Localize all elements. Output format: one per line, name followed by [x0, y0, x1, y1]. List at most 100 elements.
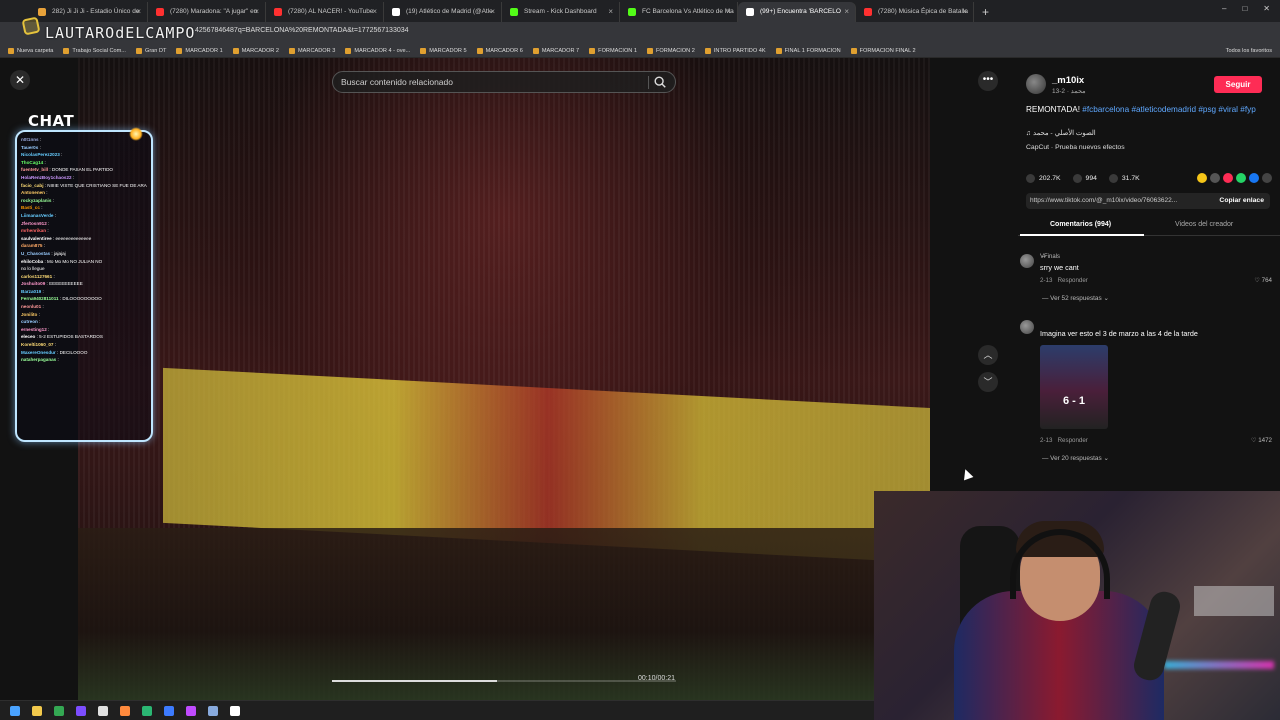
browser-tab[interactable]: 282) Ji Ji Ji - Estadio Único de × — [30, 2, 148, 22]
address-bar[interactable]: 42567846487q=BARCELONA%20REMONTADA&t=177… — [195, 27, 409, 34]
share-icon[interactable] — [1262, 173, 1272, 183]
effect-label[interactable]: CapCut · Prueba nuevos efectos — [1026, 144, 1125, 151]
commenter-avatar[interactable] — [1020, 254, 1034, 268]
music-label[interactable]: ♫ الصوت الأصلي - محمد — [1026, 129, 1096, 137]
browser-tab[interactable]: (19) Atlético de Madrid (@Atle × — [384, 2, 502, 22]
tab-comments[interactable]: Comentarios (994) — [1050, 221, 1111, 228]
hashtag-link[interactable]: #atleticodemadrid — [1131, 105, 1196, 114]
tab-creator-videos[interactable]: Videos del creador — [1175, 221, 1233, 228]
view-replies-button[interactable]: — Ver 20 respuestas ⌄ — [1042, 454, 1109, 462]
bookmark-item[interactable]: MARCADOR 4 - ove... — [345, 47, 411, 54]
comment-meta: 2-13 Responder — [1040, 437, 1088, 444]
bookmark-item[interactable]: MARCADOR 3 — [289, 47, 335, 54]
comment-like[interactable]: ♡ 764 — [1254, 277, 1272, 284]
more-options-button[interactable]: ••• — [978, 71, 998, 91]
bookmark-item[interactable]: MARCADOR 6 — [476, 47, 523, 54]
obs-icon[interactable] — [98, 705, 108, 716]
search-icon[interactable] — [653, 75, 667, 89]
tab-close-icon[interactable]: × — [608, 2, 613, 22]
bookmark-item[interactable]: FINAL 1 FORMACION — [775, 47, 841, 54]
tab-close-icon[interactable]: × — [726, 2, 731, 22]
folder-icon[interactable] — [32, 705, 42, 716]
app4-icon[interactable] — [164, 705, 174, 716]
app7-icon[interactable] — [230, 705, 240, 716]
hashtag-link[interactable]: #fyp — [1240, 105, 1255, 114]
windows-icon[interactable] — [10, 705, 20, 716]
browser-tab[interactable]: FC Barcelona Vs Atlético de Ma × — [620, 2, 738, 22]
browser-tab[interactable]: (7280) Música Épica de Batalla × — [856, 2, 974, 22]
previous-video-button[interactable]: ︿ — [978, 345, 998, 365]
hashtag-link[interactable]: #psg — [1198, 105, 1216, 114]
tab-close-icon[interactable]: × — [136, 2, 141, 22]
tab-close-icon[interactable]: × — [372, 2, 377, 22]
save-stat[interactable]: 31.7K — [1108, 173, 1140, 183]
bookmark-item[interactable]: FORMACION 1 — [589, 47, 637, 54]
bookmark-label: MARCADOR 7 — [541, 47, 580, 54]
tab-close-icon[interactable]: × — [254, 2, 259, 22]
video-player[interactable] — [78, 58, 930, 700]
chat-username: LiimanasVerde — [21, 212, 54, 218]
chrome-icon[interactable] — [54, 705, 64, 716]
video-link-text[interactable]: https://www.tiktok.com/@_m10ix/video/760… — [1030, 197, 1200, 204]
bookmark-item[interactable]: MARCADOR 7 — [532, 47, 580, 54]
close-viewer-button[interactable]: ✕ — [10, 70, 30, 90]
view-replies-button[interactable]: — Ver 52 respuestas ⌄ — [1042, 294, 1109, 302]
commenter-name[interactable]: V̶̶Finals — [1040, 254, 1060, 260]
chat-message: Korelti1060_07 : — [21, 341, 147, 349]
new-tab-button[interactable]: + — [974, 2, 989, 22]
browser-tab[interactable]: Stream - Kick Dashboard × — [502, 2, 620, 22]
commenter-avatar[interactable] — [1020, 320, 1034, 334]
share-icon[interactable] — [1249, 173, 1259, 183]
app5-icon[interactable] — [186, 705, 196, 716]
bookmark-item[interactable]: MARCADOR 1 — [176, 47, 223, 54]
comment-image[interactable]: 6 - 1 — [1040, 345, 1108, 429]
related-search-box[interactable] — [332, 71, 676, 93]
chat-username: n0t1nns — [21, 137, 39, 142]
bookmark-label: MARCADOR 4 - ove... — [354, 47, 411, 54]
follow-button[interactable]: Seguir — [1214, 76, 1262, 93]
bookmark-item[interactable]: Trabajo Social Com... — [63, 47, 126, 54]
tab-close-icon[interactable]: × — [490, 2, 495, 22]
author-avatar[interactable] — [1026, 74, 1046, 94]
bookmark-item[interactable]: FORMACION 2 — [647, 47, 695, 54]
share-icon[interactable] — [1210, 173, 1220, 183]
close-window-icon[interactable]: ✕ — [1263, 4, 1270, 13]
author-name[interactable]: _m10ix — [1052, 75, 1084, 86]
next-video-button[interactable]: ﹀ — [978, 372, 998, 392]
hashtag-link[interactable]: #viral — [1218, 105, 1238, 114]
app3-icon[interactable] — [142, 705, 152, 716]
share-icon[interactable] — [1197, 173, 1207, 183]
share-icon[interactable] — [1236, 173, 1246, 183]
comment-like[interactable]: ♡ 1472 — [1251, 437, 1272, 444]
share-icon[interactable] — [1223, 173, 1233, 183]
minimize-icon[interactable]: – — [1222, 4, 1226, 13]
bookmark-item[interactable]: Nueva carpeta — [8, 47, 53, 54]
maximize-icon[interactable]: □ — [1242, 4, 1247, 13]
related-search-input[interactable] — [341, 75, 641, 89]
app6-icon[interactable] — [208, 705, 218, 716]
copy-link-button[interactable]: Copiar enlace — [1219, 197, 1264, 204]
chat-message: nataherpaganas : — [21, 356, 147, 364]
hashtag-link[interactable]: #fcbarcelona — [1082, 105, 1129, 114]
app-icon[interactable] — [76, 705, 86, 716]
reply-button[interactable]: Responder — [1058, 277, 1088, 284]
reply-button[interactable]: Responder — [1058, 437, 1088, 444]
tab-label: (19) Atlético de Madrid (@Atle — [406, 8, 493, 15]
bookmark-item[interactable]: MARCADOR 5 — [420, 47, 467, 54]
chat-username: Antonenen — [21, 190, 45, 196]
video-progress-bar[interactable] — [332, 680, 676, 682]
browser-tab[interactable]: (7280) Maradona: "A jugar" en × — [148, 2, 266, 22]
like-stat[interactable]: 202.7K — [1026, 173, 1061, 183]
browser-tab[interactable]: (99+) Encuentra 'BARCELO × — [738, 2, 856, 22]
browser-tab[interactable]: (7280) AL NACER! - YouTube × — [266, 2, 384, 22]
bookmark-item[interactable]: FORMACION FINAL 2 — [850, 47, 916, 54]
tab-close-icon[interactable]: × — [962, 2, 967, 22]
tab-close-icon[interactable]: × — [844, 2, 849, 22]
tab-label: (7280) Música Épica de Batalla — [878, 8, 968, 15]
app2-icon[interactable] — [120, 705, 130, 716]
all-bookmarks-button[interactable]: Todos los favoritos — [1226, 48, 1272, 54]
comment-stat[interactable]: 994 — [1072, 173, 1097, 183]
bookmark-item[interactable]: MARCADOR 2 — [232, 47, 279, 54]
bookmark-item[interactable]: Gran DT — [135, 47, 166, 54]
bookmark-item[interactable]: INTRO PARTIDO 4K — [704, 47, 766, 54]
